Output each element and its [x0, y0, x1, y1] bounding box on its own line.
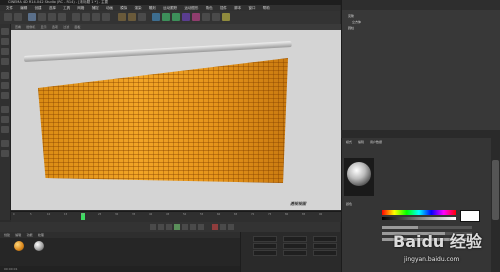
make-editable-icon[interactable]	[1, 28, 9, 35]
status-bar: 00:00:01	[0, 266, 240, 272]
camera-icon[interactable]	[212, 13, 220, 21]
workplane-icon[interactable]	[1, 116, 9, 123]
render-settings-icon[interactable]	[138, 13, 146, 21]
watermark-url: jingyan.baidu.com	[404, 256, 460, 263]
timeline-tick: 45	[166, 213, 170, 216]
lock-icon[interactable]	[1, 126, 9, 133]
coord-system-icon[interactable]	[102, 13, 110, 21]
light-icon[interactable]	[222, 13, 230, 21]
axis-mode-icon[interactable]	[1, 58, 9, 65]
timeline-tick: 10	[47, 213, 51, 216]
main-toolbar	[0, 11, 340, 25]
array-icon[interactable]	[182, 13, 190, 21]
baidu-watermark: Baidu 经验	[393, 232, 482, 251]
size-z-field[interactable]	[283, 250, 307, 256]
record-icon[interactable]	[212, 224, 218, 230]
go-to-start-icon[interactable]	[150, 224, 156, 230]
object-row[interactable]: 克隆	[348, 14, 354, 18]
rotation-b-field[interactable]	[313, 250, 337, 256]
position-z-field[interactable]	[253, 250, 277, 256]
subdivision-icon[interactable]	[172, 13, 180, 21]
attribute-tab-edit[interactable]: 编辑	[358, 140, 364, 144]
spline-pen-icon[interactable]	[162, 13, 170, 21]
brightness-gradient[interactable]	[382, 217, 456, 220]
timeline-tick: 50	[183, 213, 187, 216]
y-axis-icon[interactable]	[82, 13, 90, 21]
z-axis-icon[interactable]	[92, 13, 100, 21]
timeline[interactable]: 0 5 10 15 20 25 30 35 40 45 50 55 60 65 …	[11, 211, 341, 222]
color-field-label: 颜色	[346, 202, 353, 206]
timeline-tick: 85	[302, 213, 306, 216]
material-swatch-grey[interactable]	[34, 241, 44, 251]
keyframe-selection-icon[interactable]	[228, 224, 234, 230]
points-mode-icon[interactable]	[1, 72, 9, 79]
play-icon[interactable]	[174, 224, 180, 230]
timeline-tick: 30	[115, 213, 119, 216]
timeline-tick: 80	[285, 213, 289, 216]
position-y-field[interactable]	[253, 243, 277, 249]
timeline-tick: 5	[30, 213, 32, 216]
material-preview-sphere	[347, 162, 371, 186]
scrollbar-thumb[interactable]	[492, 160, 499, 220]
render-view-icon[interactable]	[118, 13, 126, 21]
viewport-corner-label: 透视视图	[290, 201, 306, 206]
next-key-icon[interactable]	[190, 224, 196, 230]
go-to-end-icon[interactable]	[198, 224, 204, 230]
texture-mode-icon[interactable]	[1, 48, 9, 55]
object-manager-menu	[341, 0, 500, 10]
floor-icon[interactable]	[202, 13, 210, 21]
material-swatch-orange[interactable]	[14, 241, 24, 251]
autokey-icon[interactable]	[220, 224, 226, 230]
timeline-tick: 35	[132, 213, 136, 216]
sculpt-icon[interactable]	[1, 140, 9, 147]
color-spectrum-picker[interactable]	[382, 210, 456, 215]
panel-separator	[341, 130, 500, 138]
timeline-tick: 25	[98, 213, 102, 216]
timeline-tick: 55	[200, 213, 204, 216]
timeline-tick: 40	[149, 213, 153, 216]
left-tool-palette	[0, 24, 11, 220]
move-tool-icon[interactable]	[38, 13, 46, 21]
scale-tool-icon[interactable]	[48, 13, 56, 21]
size-y-field[interactable]	[283, 243, 307, 249]
transport-bar	[0, 222, 340, 232]
deformer-icon[interactable]	[192, 13, 200, 21]
timeline-tick: 60	[217, 213, 221, 216]
snap-icon[interactable]	[1, 106, 9, 113]
timeline-tick: 75	[268, 213, 272, 216]
model-mode-icon[interactable]	[1, 38, 9, 45]
undo-icon[interactable]	[4, 13, 12, 21]
object-row[interactable]: 圆柱	[348, 26, 354, 30]
attribute-tab-userdata[interactable]: 用户数据	[370, 140, 382, 144]
color-swatch[interactable]	[460, 210, 480, 222]
paint-icon[interactable]	[1, 150, 9, 157]
redo-icon[interactable]	[14, 13, 22, 21]
object-row[interactable]: 立方体	[352, 20, 361, 24]
size-x-field[interactable]	[283, 236, 307, 242]
prev-key-icon[interactable]	[158, 224, 164, 230]
timeline-tick: 0	[13, 213, 15, 216]
object-manager: 克隆 立方体 圆柱	[341, 10, 500, 130]
render-picture-viewer-icon[interactable]	[128, 13, 136, 21]
coordinates-panel	[240, 232, 341, 272]
status-text: 00:00:01	[4, 267, 18, 271]
timeline-tick: 90	[319, 213, 323, 216]
select-tool-icon[interactable]	[28, 13, 36, 21]
next-frame-icon[interactable]	[182, 224, 188, 230]
timeline-tick: 65	[234, 213, 238, 216]
position-x-field[interactable]	[253, 236, 277, 242]
cube-icon[interactable]	[152, 13, 160, 21]
polygons-mode-icon[interactable]	[1, 92, 9, 99]
x-axis-icon[interactable]	[72, 13, 80, 21]
rotate-tool-icon[interactable]	[58, 13, 66, 21]
timeline-tick: 15	[64, 213, 68, 216]
prev-frame-icon[interactable]	[166, 224, 172, 230]
timeline-tick: 20	[81, 213, 85, 216]
attribute-tab-mode[interactable]: 模式	[346, 140, 352, 144]
edges-mode-icon[interactable]	[1, 82, 9, 89]
timeline-tick: 70	[251, 213, 255, 216]
rotation-p-field[interactable]	[313, 243, 337, 249]
rotation-h-field[interactable]	[313, 236, 337, 242]
